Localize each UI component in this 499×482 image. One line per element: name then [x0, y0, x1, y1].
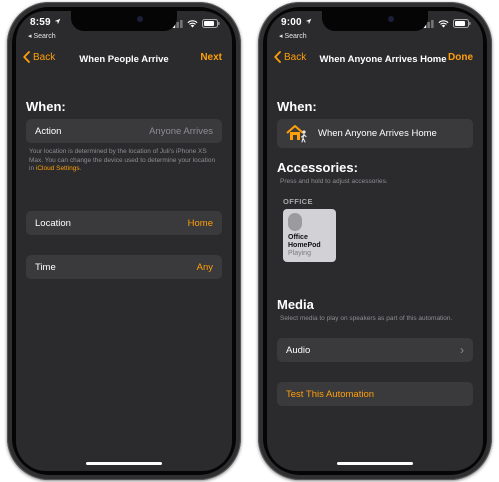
wifi-icon	[187, 19, 198, 28]
test-automation-button[interactable]: Test This Automation	[277, 382, 473, 406]
notch	[322, 11, 428, 31]
media-hint: Select media to play on speakers as part…	[280, 315, 453, 322]
notch	[71, 11, 177, 31]
back-button[interactable]: Back	[23, 51, 55, 63]
time-value: Any	[196, 261, 213, 273]
front-camera	[137, 16, 143, 22]
audio-row[interactable]: Audio ›	[277, 338, 473, 362]
when-heading: When:	[277, 99, 317, 114]
chevron-left-icon	[274, 51, 281, 63]
content: When: Action Anyone Arrives Your locatio…	[16, 76, 232, 471]
next-button[interactable]: Next	[200, 52, 222, 63]
action-row[interactable]: Action Anyone Arrives	[26, 119, 222, 143]
when-heading: When:	[26, 99, 66, 114]
room-label: OFFICE	[283, 197, 313, 206]
location-arrow-icon	[305, 18, 312, 25]
back-to-search-link[interactable]: ◂ Search	[279, 32, 307, 40]
status-time: 8:59	[30, 17, 61, 28]
location-value: Home	[187, 217, 213, 229]
trigger-label: When Anyone Arrives Home	[318, 128, 437, 139]
home-indicator[interactable]	[337, 462, 413, 465]
navigation-bar: Back When Anyone Arrives Home Done	[267, 46, 483, 72]
time-row[interactable]: Time Any	[26, 255, 222, 279]
action-label: Action	[35, 125, 62, 137]
test-automation-label: Test This Automation	[286, 388, 375, 400]
navigation-bar: Back When People Arrive Next	[16, 46, 232, 72]
chevron-right-icon: ›	[460, 343, 464, 357]
audio-label: Audio	[286, 344, 311, 356]
content: When: When Anyone Arrives Home Accessori…	[267, 76, 483, 471]
icloud-settings-link[interactable]: iCloud Settings	[36, 165, 80, 172]
back-to-search-link[interactable]: ◂ Search	[28, 32, 56, 40]
status-time-text: 9:00	[281, 17, 302, 28]
tile-name-line1: Office	[288, 234, 308, 241]
back-button-label: Back	[33, 51, 56, 63]
right-phone: 9:00 ◂ Search Back When Anyone Arrives H…	[258, 2, 492, 480]
location-footnote: Your location is determined by the locat…	[29, 148, 218, 174]
front-camera	[388, 16, 394, 22]
time-label: Time	[35, 261, 56, 273]
status-time: 9:00	[281, 17, 312, 28]
location-arrow-icon	[54, 18, 61, 25]
done-button[interactable]: Done	[448, 52, 473, 63]
accessories-heading: Accessories:	[277, 160, 358, 175]
homepod-tile[interactable]: Office HomePod Playing	[283, 209, 336, 262]
tile-name-line2: HomePod	[288, 242, 321, 249]
back-button-label: Back	[284, 51, 307, 63]
right-screen: 9:00 ◂ Search Back When Anyone Arrives H…	[267, 11, 483, 471]
left-phone: 8:59 ◂ Search Back When People Arrive Ne…	[7, 2, 241, 480]
location-row[interactable]: Location Home	[26, 211, 222, 235]
page-title: When People Arrive	[79, 53, 169, 65]
left-screen: 8:59 ◂ Search Back When People Arrive Ne…	[16, 11, 232, 471]
action-value: Anyone Arrives	[149, 125, 213, 137]
battery-icon	[202, 19, 220, 28]
trigger-row[interactable]: When Anyone Arrives Home	[277, 119, 473, 148]
chevron-left-icon	[23, 51, 30, 63]
accessories-hint: Press and hold to adjust accessories.	[280, 178, 388, 185]
tile-status: Playing	[288, 250, 311, 257]
location-label: Location	[35, 217, 71, 229]
page-title: When Anyone Arrives Home	[319, 53, 447, 65]
battery-icon	[453, 19, 471, 28]
home-person-icon	[286, 123, 308, 145]
wifi-icon	[438, 19, 449, 28]
footnote-end: .	[79, 165, 82, 172]
media-heading: Media	[277, 297, 314, 312]
homepod-icon	[288, 213, 302, 231]
home-indicator[interactable]	[86, 462, 162, 465]
status-time-text: 8:59	[30, 17, 51, 28]
back-button[interactable]: Back	[274, 51, 306, 63]
